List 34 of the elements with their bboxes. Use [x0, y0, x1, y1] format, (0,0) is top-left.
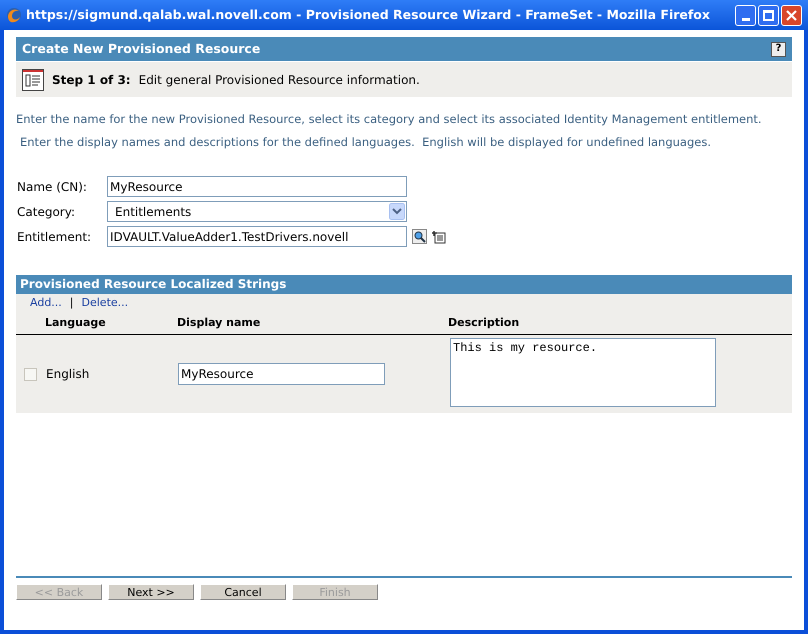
column-header: Language — [44, 315, 107, 332]
wizard-button[interactable]: Next >> — [108, 584, 194, 600]
language-cell-text: English — [46, 366, 90, 383]
browser-icon — [6, 7, 22, 23]
column-header: Display name — [177, 315, 262, 332]
close-icon — [786, 10, 797, 20]
field-label: Name (CN): — [16, 178, 88, 196]
column-header: Description — [448, 315, 520, 332]
wizard-button[interactable]: Cancel — [200, 584, 286, 600]
category-dropdown[interactable]: Entitlements — [107, 201, 407, 222]
close-button[interactable] — [781, 4, 802, 26]
instruction-text: Enter the display names and descriptions for the defined languages. English will be displayed for undefined languages. — [19, 134, 712, 152]
window-title: https://sigmund.qalab.wal.novell.com - Provisioned Resource Wizard - FrameSet - Mozilla Firefox — [26, 6, 711, 24]
text-field[interactable]: MyResource — [107, 176, 407, 197]
step-label: Step 1 of 3: — [52, 72, 131, 88]
add-link[interactable]: Add... — [30, 295, 62, 312]
description-field[interactable]: This is my resource. — [450, 338, 716, 406]
step-description: Edit general Provisioned Resource information. — [138, 72, 420, 88]
help-button[interactable]: ? — [771, 42, 786, 56]
minimize-button[interactable] — [735, 4, 756, 26]
row-checkbox[interactable] — [24, 368, 37, 380]
text-field[interactable]: IDVAULT.ValueAdder1.TestDrivers.novell — [107, 226, 407, 247]
history-icon[interactable] — [431, 229, 446, 244]
field-label: Entitlement: — [16, 228, 92, 246]
search-icon[interactable] — [412, 229, 427, 244]
section-title: Provisioned Resource Localized Strings — [20, 276, 286, 293]
display-name-field[interactable]: MyResource — [178, 363, 385, 385]
field-label: Category: — [16, 204, 76, 220]
maximize-button[interactable] — [758, 4, 779, 26]
delete-link[interactable]: Delete... — [82, 295, 128, 312]
instruction-text: Enter the name for the new Provisioned Resource, select its category and select its associated Identity Management entitlement. — [16, 111, 763, 128]
wizard-icon — [22, 68, 44, 90]
link-separator: | — [70, 295, 74, 312]
page-title: Create New Provisioned Resource — [22, 40, 260, 58]
